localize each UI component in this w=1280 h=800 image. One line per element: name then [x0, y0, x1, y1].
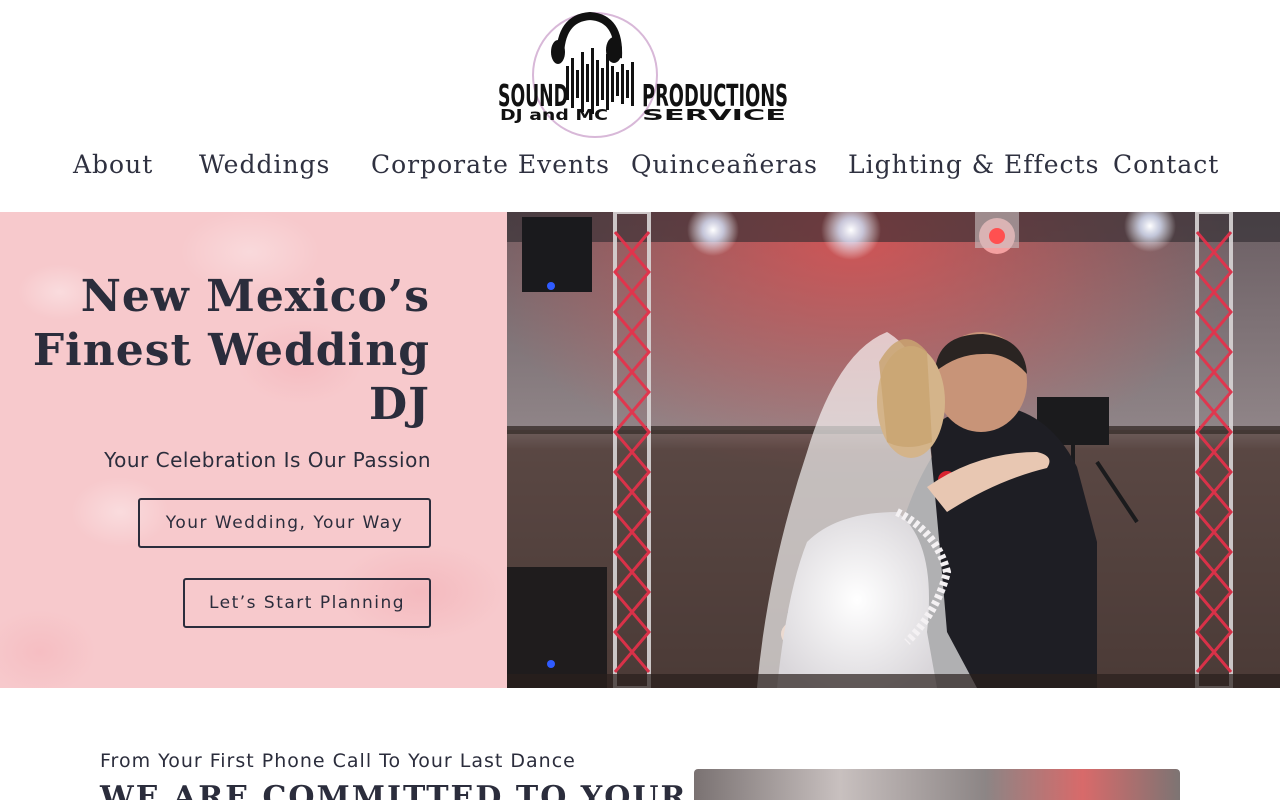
- nav-about[interactable]: About: [73, 150, 153, 179]
- nav-lighting-effects[interactable]: Lighting & Effects: [848, 150, 1099, 179]
- hero-title-line3: DJ: [369, 379, 430, 430]
- hero-text-panel: New Mexico’s Finest Wedding DJ Your Cele…: [0, 212, 507, 688]
- your-wedding-button[interactable]: Your Wedding, Your Way: [138, 498, 431, 548]
- hero-title-line1: New Mexico’s: [80, 271, 430, 322]
- hero-title: New Mexico’s Finest Wedding DJ: [10, 270, 430, 432]
- hero-section: New Mexico’s Finest Wedding DJ Your Cele…: [0, 212, 1280, 688]
- intro-heading: WE ARE COMMITTED TO YOUR: [100, 780, 688, 800]
- main-nav: About Weddings Corporate Events Quinceañ…: [0, 150, 1280, 190]
- sound-productions-logo[interactable]: SOUND PRODUCTIONS DJ and MC SERVICE: [498, 8, 790, 140]
- hero-subtitle: Your Celebration Is Our Passion: [104, 448, 431, 472]
- wedding-couple-photo: [507, 212, 1280, 688]
- nav-corporate-events[interactable]: Corporate Events: [371, 150, 610, 179]
- start-planning-button[interactable]: Let’s Start Planning: [183, 578, 431, 628]
- logo-text-service: SERVICE: [642, 106, 786, 124]
- nav-quinceaneras[interactable]: Quinceañeras: [631, 150, 818, 179]
- nav-contact[interactable]: Contact: [1113, 150, 1219, 179]
- nav-weddings[interactable]: Weddings: [199, 150, 330, 179]
- intro-tagline: From Your First Phone Call To Your Last …: [100, 750, 576, 772]
- hero-title-line2: Finest Wedding: [32, 325, 430, 376]
- secondary-event-photo: [694, 769, 1180, 800]
- logo-text-dj-mc: DJ and MC: [500, 106, 608, 124]
- site-header: SOUND PRODUCTIONS DJ and MC SERVICE Abou…: [0, 0, 1280, 212]
